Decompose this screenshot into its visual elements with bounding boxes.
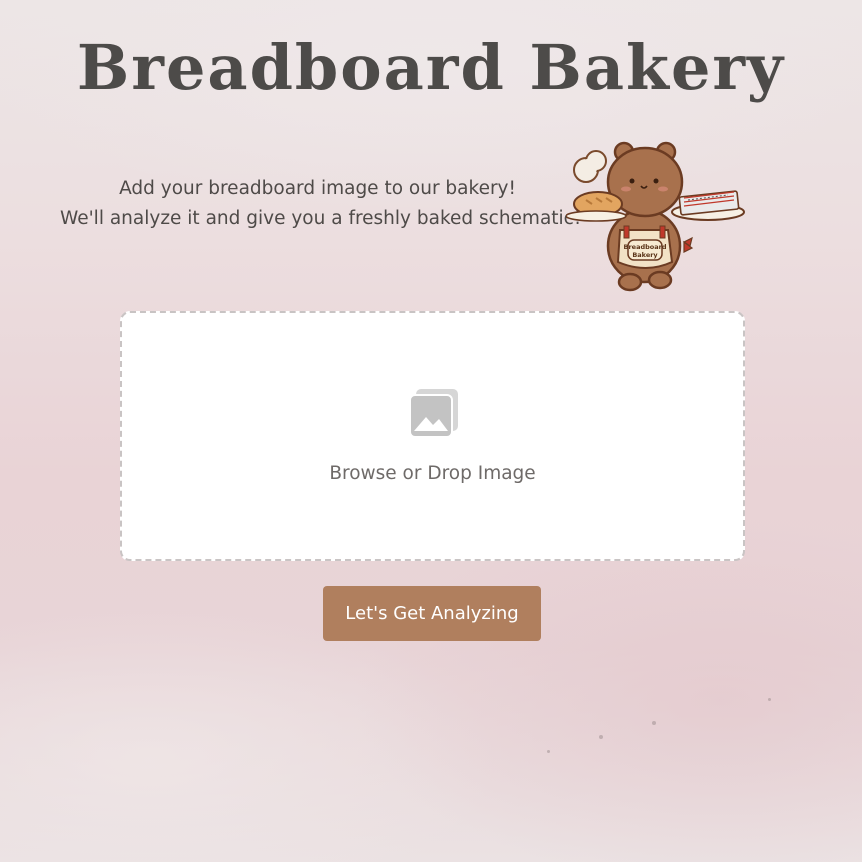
image-dropzone[interactable]: Browse or Drop Image xyxy=(120,311,745,561)
dropzone-label: Browse or Drop Image xyxy=(329,463,536,484)
background-speck xyxy=(652,721,656,725)
intro-text: Add your breadboard image to our bakery!… xyxy=(60,174,582,234)
apron-label-2: Bakery xyxy=(632,251,658,259)
bear-baker-mascot-icon: Breadboard Bakery xyxy=(566,141,745,292)
intro-line-2: We'll analyze it and give you a freshly … xyxy=(60,208,582,229)
page-title: Breadboard Bakery xyxy=(76,31,786,104)
background-speck xyxy=(599,735,603,739)
breadboard-tray-icon xyxy=(671,190,745,221)
background-speck xyxy=(547,750,550,753)
background-speck xyxy=(768,698,771,701)
analyze-button[interactable]: Let's Get Analyzing xyxy=(323,586,541,641)
intro-line-1: Add your breadboard image to our bakery! xyxy=(119,178,516,199)
baguette-icon xyxy=(566,191,627,222)
image-gallery-icon xyxy=(409,389,458,438)
steam-puff-icon xyxy=(573,150,607,183)
apron-label-1: Breadboard xyxy=(624,243,667,251)
